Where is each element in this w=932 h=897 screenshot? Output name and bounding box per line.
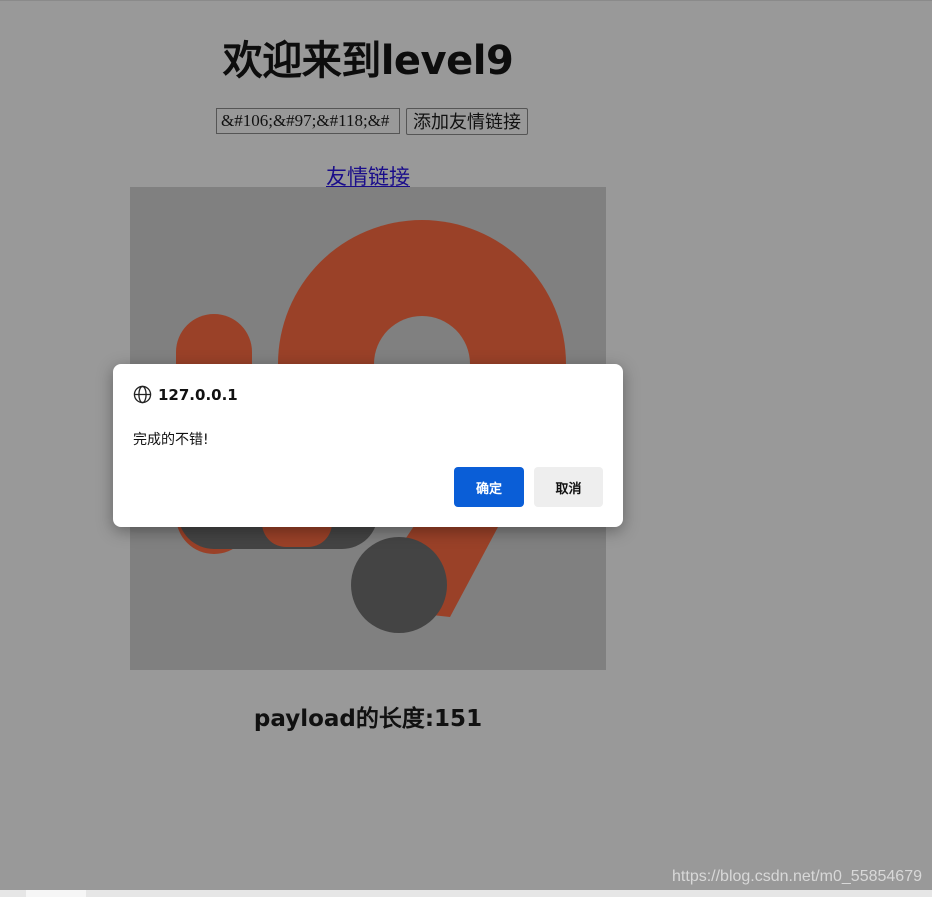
- link-form: &#106;&#97;&#118;&# 添加友情链接: [216, 108, 528, 135]
- watermark: https://blog.csdn.net/m0_55854679: [672, 868, 922, 885]
- globe-icon: [133, 385, 152, 404]
- cancel-button[interactable]: 取消: [534, 467, 603, 507]
- keyword-input[interactable]: &#106;&#97;&#118;&#: [216, 108, 400, 134]
- add-link-button[interactable]: 添加友情链接: [406, 108, 528, 135]
- dialog-message: 完成的不错!: [133, 432, 209, 448]
- bottom-scrollbar[interactable]: [0, 890, 932, 897]
- dialog-origin-text: 127.0.0.1: [158, 385, 238, 404]
- alert-dialog: 127.0.0.1 完成的不错! 确定 取消: [113, 364, 623, 527]
- top-divider: [0, 0, 932, 1]
- ok-button[interactable]: 确定: [454, 467, 524, 507]
- dialog-origin: 127.0.0.1: [133, 385, 238, 404]
- page-title: 欢迎来到level9: [222, 38, 514, 84]
- scrollbar-thumb[interactable]: [26, 890, 86, 897]
- payload-length: payload的长度:151: [253, 706, 483, 732]
